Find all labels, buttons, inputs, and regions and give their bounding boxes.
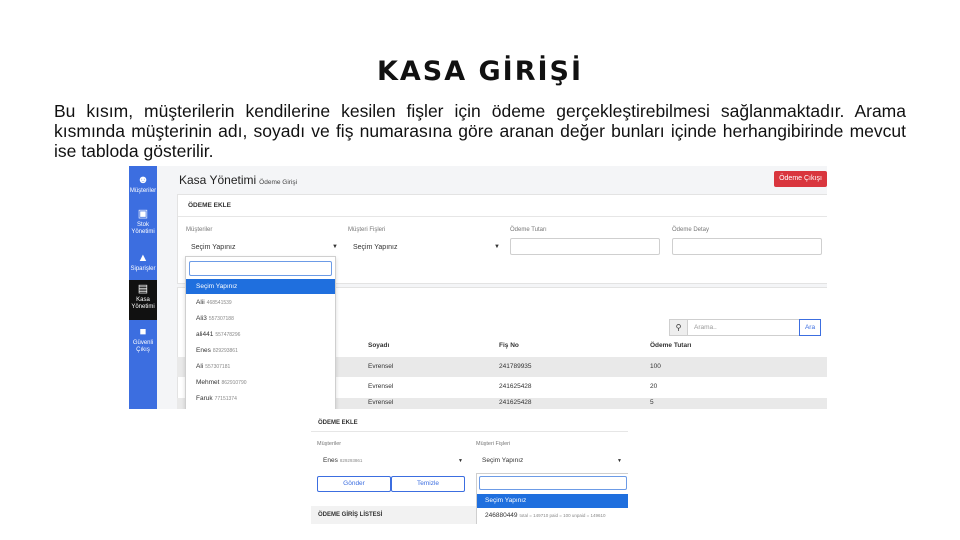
option-number: 468541539 (206, 300, 232, 306)
page-title-text: Kasa Yönetimi (179, 173, 257, 187)
customer-label: Müşteriler (186, 227, 213, 233)
dropdown-option[interactable]: Seçim Yapınız (477, 494, 628, 508)
option-number: 557307181 (205, 364, 231, 370)
dropdown-option[interactable]: Ali 557307181 (186, 359, 335, 374)
search-icon: ⚲ (670, 320, 688, 335)
option-name: Enes (196, 347, 211, 354)
customer-number: 829293861 (339, 458, 363, 463)
sidebar-item-stock[interactable]: ▣ Stok Yönetimi (129, 208, 157, 236)
dropdown-option[interactable]: 246880449 total = 149710 paid = 100 unpai… (477, 509, 628, 523)
page-title: Kasa Yönetimi Ödeme Girişi (179, 173, 297, 187)
option-name: ali441 (196, 331, 214, 338)
dropdown-option[interactable]: Alii 468541539 (186, 295, 335, 310)
chevron-down-icon: ▼ (494, 244, 500, 250)
payment-list-title: ÖDEME GİRİŞ LİSTESİ (311, 506, 476, 524)
chevron-down-icon: ▼ (458, 458, 463, 464)
sidebar: ☻ Müşteriler ▣ Stok Yönetimi ▲ Siparişle… (129, 166, 157, 409)
option-number: 77151374 (214, 396, 237, 402)
dropdown-search-input[interactable] (479, 476, 627, 490)
sidebar-item-customers[interactable]: ☻ Müşteriler (129, 174, 157, 195)
option-number: 862910790 (221, 380, 247, 386)
payment-detail-screenshot: ÖDEME EKLE Müşteriler Enes 829293861 ▼ Mü… (311, 414, 628, 524)
option-number: 557307188 (208, 316, 234, 322)
amount-input[interactable] (510, 238, 660, 255)
chevron-down-icon: ▼ (617, 458, 622, 464)
option-name: Ali3 (196, 315, 207, 322)
sidebar-item-logout[interactable]: ■ Güvenli Çıkış (129, 326, 157, 354)
basket-icon: ▣ (137, 208, 149, 220)
option-text: 246880449 (485, 512, 518, 519)
customer-select[interactable]: Enes 829293861 ▼ (317, 454, 467, 468)
sidebar-item-label: Siparişler (130, 266, 156, 272)
lock-icon: ■ (139, 326, 147, 338)
sidebar-item-label: Stok Yönetimi (131, 222, 155, 235)
cart-icon: ▲ (137, 252, 149, 264)
dropdown-option[interactable]: Enes 829293861 (186, 343, 335, 358)
column-header-amount: Ödeme Tutarı (650, 342, 692, 349)
section-title: ÖDEME EKLE (311, 414, 628, 432)
detail-label: Ödeme Detay (672, 227, 710, 233)
sidebar-item-label: Kasa Yönetimi (131, 297, 155, 310)
search-input[interactable]: ⚲ Arama.. (669, 319, 801, 336)
slide-title: KASA GİRİŞİ (376, 56, 584, 87)
dropdown-option[interactable]: ali441 557478296 (186, 327, 335, 342)
search-placeholder: Arama.. (694, 324, 717, 331)
search-button[interactable]: Ara (799, 319, 821, 336)
payment-exit-button[interactable]: Ödeme Çıkışı (774, 171, 827, 187)
section-title: ÖDEME EKLE (178, 195, 827, 217)
receipt-select[interactable]: Seçim Yapınız ▼ (348, 238, 504, 257)
column-header-receipt: Fiş No (499, 342, 519, 349)
option-name: Mehmet (196, 379, 220, 386)
receipt-select-value: Seçim Yapınız (482, 457, 524, 464)
send-button[interactable]: Gönder (317, 476, 391, 492)
receipt-select-value: Seçim Yapınız (353, 244, 398, 251)
cell-amount: 5 (650, 399, 654, 406)
dropdown-option[interactable]: Mehmet 862910790 (186, 375, 335, 390)
cell-receipt: 241789935 (499, 363, 532, 370)
dropdown-option[interactable]: Seçim Yapınız (186, 279, 335, 294)
clear-button[interactable]: Temizle (391, 476, 465, 492)
customer-dropdown: Seçim Yapınız Alii 468541539 Ali3 55730718… (185, 256, 336, 409)
chevron-down-icon: ▼ (332, 244, 338, 250)
sidebar-item-cash[interactable]: ▤ Kasa Yönetimi (129, 280, 157, 320)
option-name: Faruk (196, 395, 213, 402)
customer-select-value: Seçim Yapınız (191, 244, 236, 251)
customer-select[interactable]: Seçim Yapınız ▼ (186, 238, 342, 257)
dropdown-option[interactable]: Ali3 557307188 (186, 311, 335, 326)
column-header-surname: Soyadı (368, 342, 390, 349)
cell-amount: 100 (650, 363, 661, 370)
dropdown-option[interactable]: Faruk 77151374 (186, 391, 335, 406)
user-icon: ☻ (137, 174, 149, 186)
receipt-label: Müşteri Fişleri (348, 227, 386, 233)
amount-label: Ödeme Tutarı (510, 227, 547, 233)
cell-receipt: 241625428 (499, 399, 532, 406)
dropdown-search-input[interactable] (189, 261, 332, 276)
sidebar-item-label: Müşteriler (129, 188, 157, 194)
customer-select-value: Enes (323, 457, 338, 464)
sidebar-item-orders[interactable]: ▲ Siparişler (129, 252, 157, 273)
option-name: Seçim Yapınız (196, 283, 238, 290)
option-detail: total = 149710 paid = 100 unpaid = 14961… (519, 513, 606, 518)
cash-register-icon: ▤ (137, 283, 149, 295)
receipt-dropdown: Seçim Yapınız 246880449 total = 149710 pa… (476, 473, 628, 524)
receipt-label: Müşteri Fişleri (476, 441, 511, 447)
option-text: Seçim Yapınız (485, 497, 527, 504)
payment-entry-screenshot: ☻ Müşteriler ▣ Stok Yönetimi ▲ Siparişle… (129, 166, 827, 409)
cell-surname: Evrensel (368, 363, 394, 370)
option-number: 829293861 (212, 348, 238, 354)
cell-surname: Evrensel (368, 399, 394, 406)
customer-label: Müşteriler (317, 441, 342, 447)
option-number: 557478296 (215, 332, 241, 338)
page-header: Kasa Yönetimi Ödeme Girişi Ödeme Çıkışı (157, 166, 827, 193)
slide-description: Bu kısım, müşterilerin kendilerine kesil… (54, 101, 906, 161)
detail-input[interactable] (672, 238, 822, 255)
option-name: Alii (196, 299, 205, 306)
receipt-select[interactable]: Seçim Yapınız ▼ (476, 454, 626, 468)
page-subtitle: Ödeme Girişi (259, 179, 298, 186)
sidebar-item-label: Güvenli Çıkış (132, 340, 154, 353)
option-name: Ali (196, 363, 204, 370)
